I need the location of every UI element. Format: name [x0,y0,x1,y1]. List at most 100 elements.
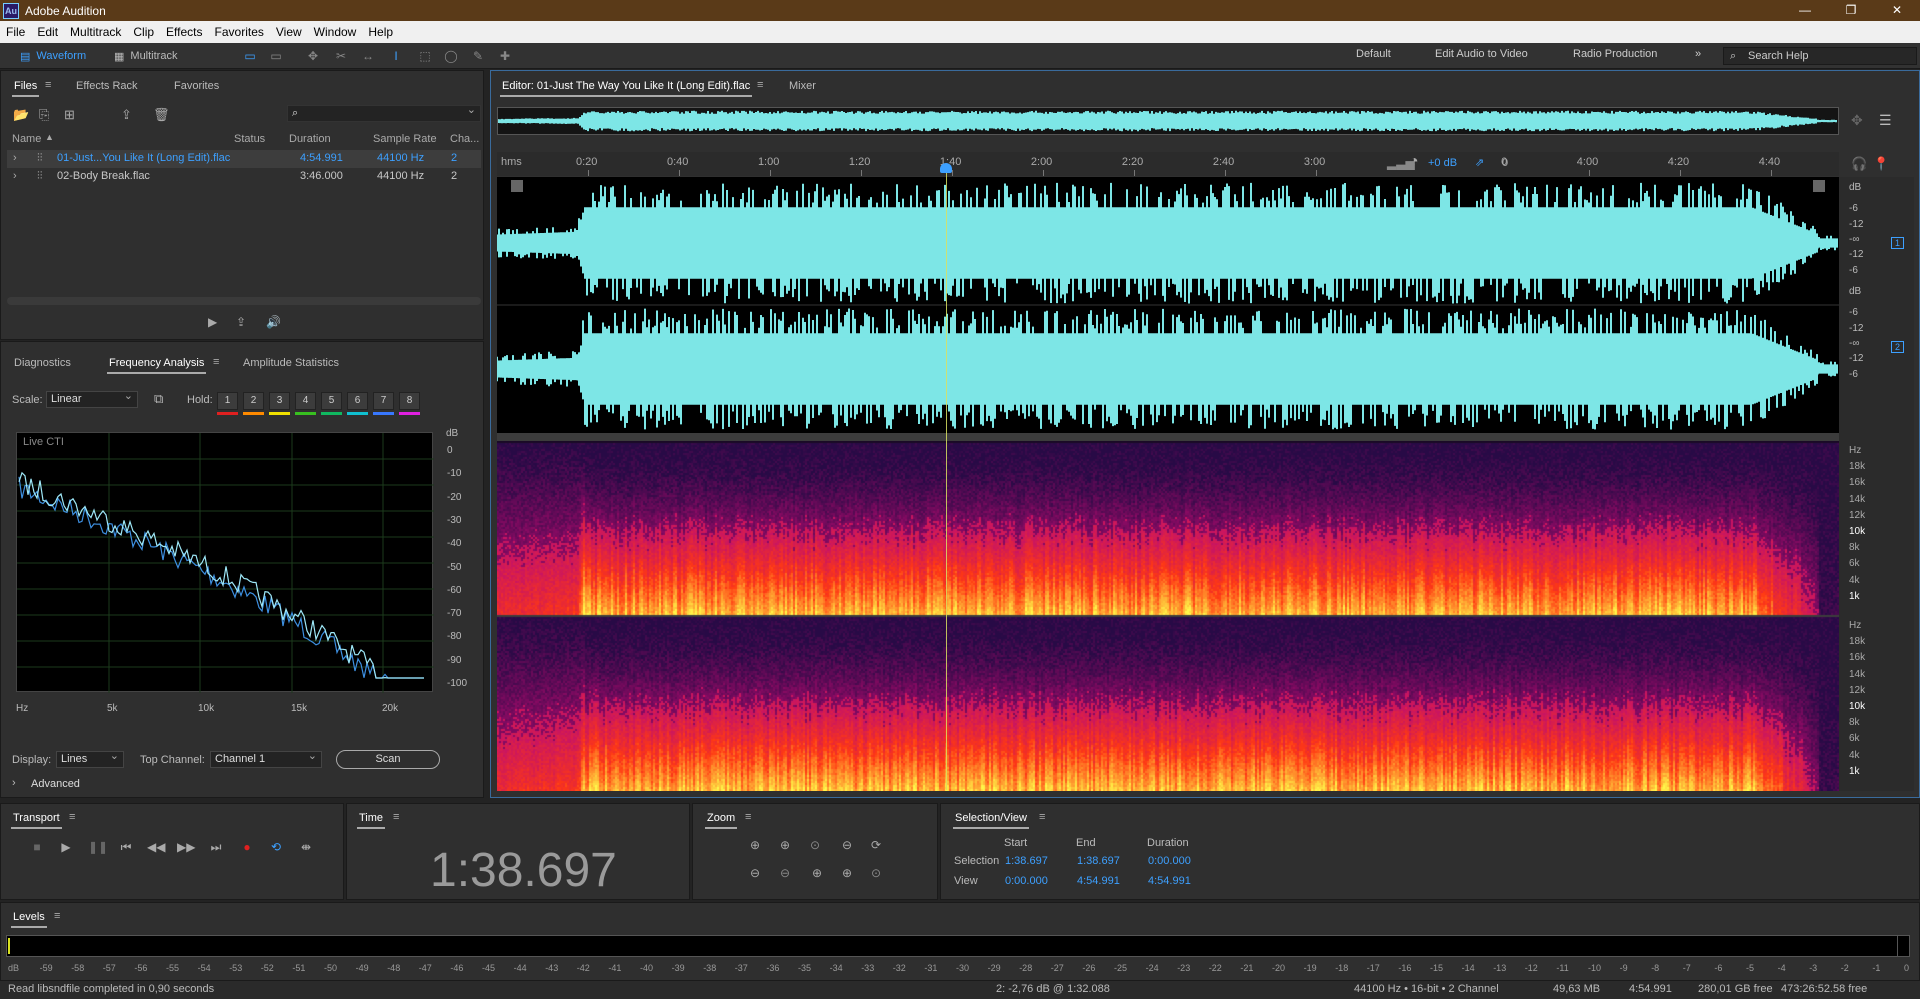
rewind-icon[interactable]: ◀◀ [147,838,165,856]
import-file-icon[interactable]: ⎘ [39,107,49,123]
stop-icon[interactable]: ■ [28,838,46,856]
files-scrollbar[interactable] [7,297,481,305]
hold-button-8[interactable]: 8 [399,392,420,410]
time-display[interactable]: 1:38.697 [430,843,617,898]
channel-badge[interactable]: 2 [1891,341,1905,353]
top-channel-dropdown[interactable]: Channel 1 [210,749,322,768]
column-sample-rate[interactable]: Sample Rate [373,133,437,145]
headphone-icon[interactable]: 🎧 [1851,156,1867,172]
zoom-out-amplitude-icon[interactable]: ⊖ [745,864,765,882]
selection-start-field[interactable]: 1:38.697 [1005,855,1048,867]
skip-selection-icon[interactable]: ⇼ [297,838,315,856]
tab-mixer[interactable]: Mixer [789,80,816,92]
display-divider[interactable] [497,433,1839,441]
overview-bar[interactable] [497,107,1839,135]
tab-favorites[interactable]: Favorites [174,80,219,92]
overlay-icon[interactable]: ⧉ [154,391,163,407]
waveform-view-button[interactable]: ▤ Waveform [20,46,86,66]
zoom-out-point-icon[interactable]: ⊕ [837,864,857,882]
selection-duration-field[interactable]: 0:00.000 [1148,855,1191,867]
tab-amplitude-statistics[interactable]: Amplitude Statistics [243,357,339,369]
menu-multitrack[interactable]: Multitrack [64,25,127,39]
razor-tool-icon[interactable]: ✂ [333,48,349,64]
column-status[interactable]: Status [234,133,265,145]
search-help-input[interactable]: ⌕ Search Help [1723,47,1917,65]
multitrack-view-button[interactable]: ▦ Multitrack [114,46,177,66]
pause-icon[interactable]: ❚❚ [88,838,108,856]
insert-multitrack-icon[interactable]: ⇪ [121,107,132,123]
zoom-to-in-icon[interactable]: ⊖ [775,864,795,882]
tab-files[interactable]: Files [11,80,40,97]
panel-menu-icon[interactable]: ≡ [45,79,51,91]
panel-menu-icon[interactable]: ≡ [1039,811,1045,823]
zoom-out-full-icon[interactable]: ✥ [1851,112,1863,129]
hold-button-1[interactable]: 1 [217,392,238,410]
gain-knob-icon[interactable]: ◔ [1409,153,1419,171]
scan-button[interactable]: Scan [336,750,440,769]
zoom-reset-icon[interactable]: ⟳ [866,836,886,854]
tab-frequency-analysis[interactable]: Frequency Analysis [106,357,207,374]
zoom-selection-icon[interactable]: ⊙ [805,836,825,854]
channel-badge[interactable]: 1 [1891,237,1905,249]
tab-diagnostics[interactable]: Diagnostics [14,357,71,369]
expand-icon[interactable]: › [13,170,17,182]
column-duration[interactable]: Duration [289,133,331,145]
file-row[interactable]: › ⫶⫶ 02-Body Break.flac 3:46.000 44100 H… [7,168,481,186]
brush-tool-icon[interactable]: ✎ [470,48,486,64]
zoom-selected-tracks-icon[interactable]: ⊙ [866,864,886,882]
play-icon[interactable]: ▶ [208,315,217,329]
minimize-icon[interactable]: — [1782,0,1828,21]
spectral-display[interactable] [497,441,1839,791]
playhead-handle[interactable] [939,163,952,173]
files-search-input[interactable]: ⌕ [287,103,481,122]
panel-menu-icon[interactable]: ≡ [393,811,399,823]
delete-icon[interactable]: 🗑 [153,107,170,123]
lasso-tool-icon[interactable]: ◯ [443,48,459,64]
menu-edit[interactable]: Edit [31,25,64,39]
waveform-display[interactable] [497,177,1839,433]
workspace-default[interactable]: Default [1356,48,1391,60]
more-workspaces-icon[interactable]: » [1695,48,1701,60]
hold-button-6[interactable]: 6 [347,392,368,410]
spectral-display-icon[interactable]: ▭ [268,48,284,64]
hold-button-3[interactable]: 3 [269,392,290,410]
spot-healing-icon[interactable]: ✚ [497,48,513,64]
fade-in-handle-icon[interactable] [511,180,523,192]
menu-view[interactable]: View [270,25,308,39]
file-row[interactable]: › ⫶⫶ 01-Just...You Like It (Long Edit).f… [7,150,481,168]
open-file-icon[interactable]: 📂 [13,107,29,123]
marker-icon[interactable]: 📍 [1873,156,1889,172]
menu-clip[interactable]: Clip [127,25,160,39]
restore-icon[interactable]: ❐ [1828,0,1874,21]
expand-icon[interactable]: › [13,152,17,164]
panel-menu-icon[interactable]: ≡ [757,79,763,91]
panel-options-icon[interactable]: ☰ [1879,112,1892,129]
menu-window[interactable]: Window [308,25,363,39]
panel-menu-icon[interactable]: ≡ [745,811,751,823]
playhead-line[interactable] [945,170,947,790]
menu-file[interactable]: File [0,25,31,39]
advanced-toggle[interactable]: Advanced [31,778,80,790]
fast-forward-icon[interactable]: ▶▶ [177,838,195,856]
pin-icon[interactable]: ⇗ [1475,156,1484,169]
panel-menu-icon[interactable]: ≡ [54,910,60,922]
panel-menu-icon[interactable]: ≡ [69,811,75,823]
new-file-icon[interactable]: ⊞ [64,107,75,123]
zoom-in-time-icon[interactable]: ⊕ [775,836,795,854]
clip-indicator[interactable] [1897,936,1909,956]
menu-effects[interactable]: Effects [160,25,208,39]
workspace-radio-production[interactable]: Radio Production [1573,48,1657,60]
hold-button-7[interactable]: 7 [373,392,394,410]
panel-menu-icon[interactable]: ≡ [213,356,219,368]
column-channels[interactable]: Cha... [450,133,479,145]
loop-icon[interactable]: ⇪ [236,315,246,329]
tab-effects-rack[interactable]: Effects Rack [76,80,138,92]
hold-button-4[interactable]: 4 [295,392,316,410]
move-to-previous-icon[interactable]: ⏮ [117,838,135,856]
waveform-display-icon[interactable]: ▭ [242,48,258,64]
tab-editor[interactable]: Editor: 01-Just The Way You Like It (Lon… [499,80,753,97]
autoplay-icon[interactable]: 🔊 [266,315,281,329]
hold-button-5[interactable]: 5 [321,392,342,410]
menu-favorites[interactable]: Favorites [209,25,270,39]
zoom-out-full-icon[interactable]: ⊖ [837,836,857,854]
